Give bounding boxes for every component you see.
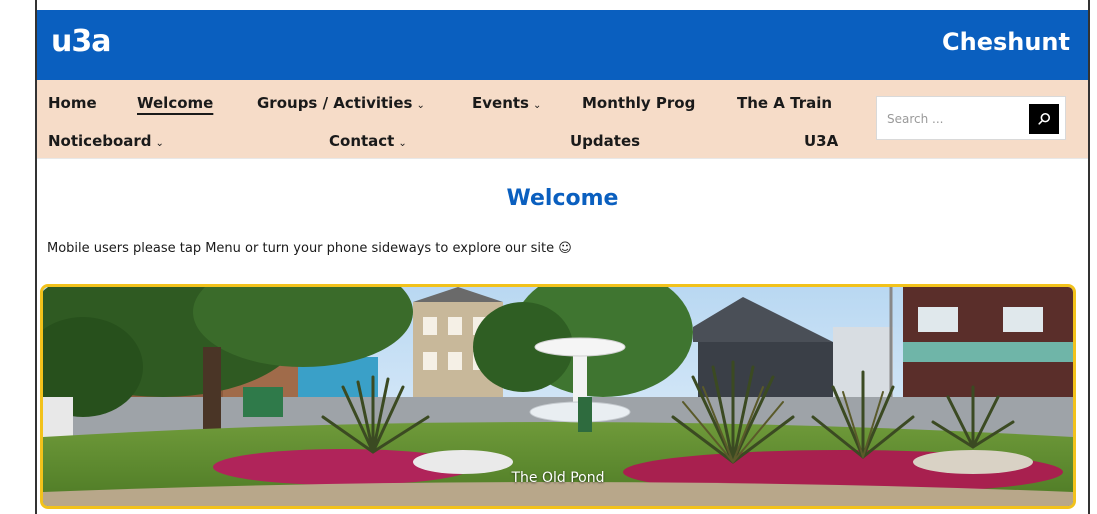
chevron-down-icon: ⌄ [416, 100, 425, 111]
chevron-down-icon: ⌄ [398, 138, 407, 149]
nav-label: U3A [804, 132, 839, 150]
intro-text: Mobile users please tap Menu or turn you… [47, 241, 572, 256]
window-border-right [1088, 0, 1090, 514]
nav-item-monthly-prog[interactable]: Monthly Prog [582, 94, 695, 112]
search-form [876, 96, 1066, 141]
u3a-logo[interactable]: u3a [51, 24, 111, 59]
nav-item-the-a-train[interactable]: The A Train [737, 94, 832, 112]
chevron-down-icon: ⌄ [155, 138, 164, 149]
nav-item-updates[interactable]: Updates [570, 132, 640, 150]
site-header: u3a Cheshunt [37, 10, 1088, 80]
nav-item-noticeboard[interactable]: Noticeboard ⌄ [48, 132, 164, 150]
nav-item-contact[interactable]: Contact ⌄ [329, 132, 407, 150]
hero-image: The Old Pond [40, 284, 1076, 509]
nav-label: Monthly Prog [582, 94, 696, 112]
nav-label: Groups / Activities [257, 94, 413, 112]
nav-label: The A Train [737, 94, 833, 112]
search-button[interactable] [1029, 104, 1059, 134]
nav-label: Events [472, 94, 529, 112]
nav-item-u3a[interactable]: U3A [804, 132, 838, 150]
nav-label: Home [48, 94, 97, 112]
nav-divider [37, 158, 1088, 159]
nav-item-groups-activities[interactable]: Groups / Activities ⌄ [257, 94, 425, 112]
hero-caption: The Old Pond [511, 470, 605, 486]
search-input[interactable] [877, 97, 1039, 141]
chevron-down-icon: ⌄ [532, 100, 542, 111]
nav-item-home[interactable]: Home [48, 94, 97, 112]
site-name[interactable]: Cheshunt [942, 28, 1070, 56]
search-icon [1038, 112, 1051, 125]
nav-item-events[interactable]: Events ⌄ [472, 94, 541, 112]
nav-item-welcome[interactable]: Welcome [137, 94, 213, 112]
nav-label: Welcome [137, 94, 214, 112]
nav-label: Updates [570, 132, 641, 150]
nav-label: Noticeboard [48, 132, 152, 150]
main-navigation: Home Welcome Groups / Activities ⌄ Events… [37, 80, 1088, 158]
nav-label: Contact [329, 132, 395, 150]
page-title: Welcome [506, 186, 619, 211]
